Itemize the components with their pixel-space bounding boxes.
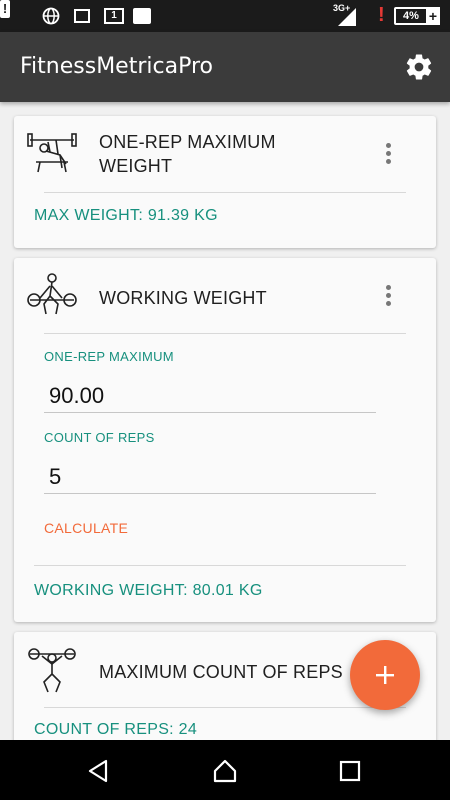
gear-icon[interactable] <box>404 52 434 82</box>
globe-icon <box>42 7 60 25</box>
warning-icon: ! <box>378 4 385 26</box>
divider <box>34 565 406 566</box>
overflow-menu-icon[interactable] <box>378 140 398 170</box>
recents-icon[interactable] <box>337 758 363 784</box>
max-weight-result: MAX WEIGHT: 91.39 KG <box>34 207 218 224</box>
count-of-reps-label: COUNT OF REPS <box>44 430 155 445</box>
bench-press-icon <box>27 133 77 173</box>
app-bar: FitnessMetricaPro <box>0 32 450 102</box>
plus-icon <box>376 666 394 684</box>
count-of-reps-input[interactable] <box>44 460 376 494</box>
one-rep-max-label: ONE-REP MAXIMUM <box>44 349 174 364</box>
overflow-menu-icon[interactable] <box>378 282 398 312</box>
count-of-reps-result: COUNT OF REPS: 24 <box>34 721 198 738</box>
card-title-line2: WEIGHT <box>99 156 173 176</box>
card-title-line1: ONE-REP MAXIMUM <box>99 132 276 152</box>
signal-icon <box>338 8 356 26</box>
working-weight-card: WORKING WEIGHT ONE-REP MAXIMUM COUNT OF … <box>14 258 436 622</box>
one-rep-max-card: ONE-REP MAXIMUM WEIGHT MAX WEIGHT: 91.39… <box>14 116 436 248</box>
image-icon <box>74 9 90 23</box>
app-title: FitnessMetricaPro <box>20 54 213 79</box>
status-bar: ! 1 3G+ ! 4% + <box>0 0 450 32</box>
working-weight-result: WORKING WEIGHT: 80.01 KG <box>34 582 263 599</box>
divider <box>44 192 406 193</box>
card-title: MAXIMUM COUNT OF REPS <box>99 662 343 682</box>
back-icon[interactable] <box>86 758 112 784</box>
card-title: ONE-REP MAXIMUM WEIGHT <box>99 130 276 178</box>
one-rep-max-input[interactable] <box>44 379 376 413</box>
battery-level: 4% <box>403 10 419 22</box>
alert-icon: ! <box>0 0 10 18</box>
squat-icon <box>28 648 76 693</box>
divider <box>44 707 406 708</box>
home-icon[interactable] <box>212 758 238 784</box>
battery-icon: 4% <box>394 7 428 25</box>
card-title: WORKING WEIGHT <box>99 288 267 308</box>
deadlift-icon <box>27 273 77 315</box>
divider <box>44 333 406 334</box>
calculate-button[interactable]: CALCULATE <box>44 520 128 536</box>
charging-icon: + <box>426 7 440 25</box>
add-button[interactable] <box>350 640 420 710</box>
navigation-bar <box>0 740 450 800</box>
sim-icon: 1 <box>104 8 124 24</box>
play-store-icon <box>133 8 151 24</box>
